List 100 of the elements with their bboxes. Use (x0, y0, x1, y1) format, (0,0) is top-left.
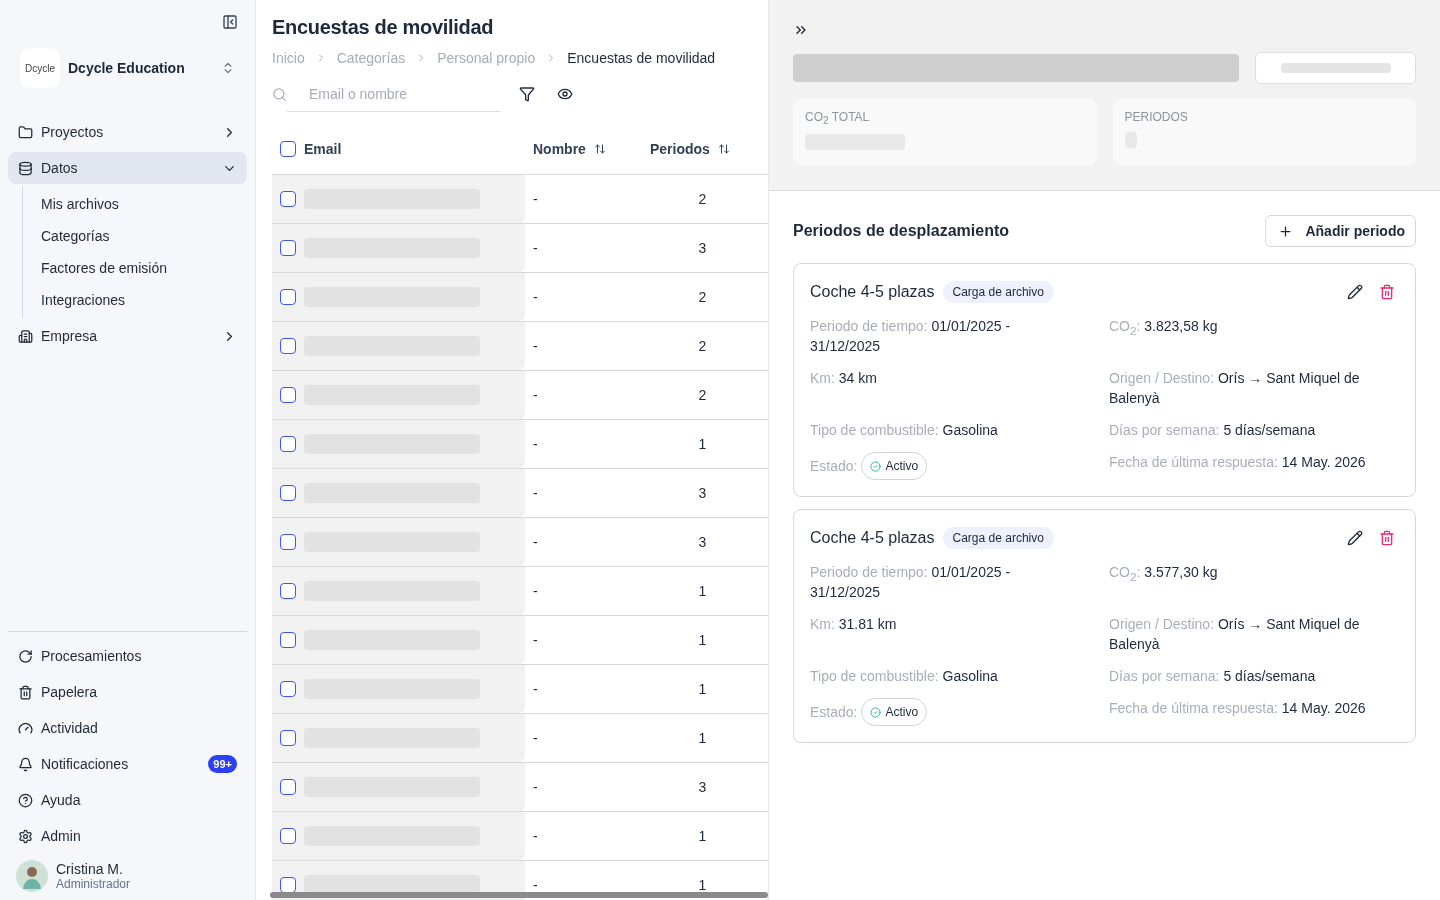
breadcrumb-item: Encuestas de movilidad (567, 50, 716, 66)
table-cell-text: 1 (697, 828, 708, 844)
nav-subitem[interactable]: Integraciones (23, 284, 247, 316)
nav-item[interactable]: Notificaciones 99+ (8, 748, 247, 780)
trash-icon (1379, 530, 1395, 546)
filter-icon (519, 86, 535, 102)
period-title: Coche 4-5 plazas (810, 283, 935, 301)
table-cell-text: - (532, 877, 539, 893)
row-checkbox[interactable] (280, 828, 296, 844)
source-tag: Carga de archivo (942, 527, 1054, 549)
row-checkbox[interactable] (280, 534, 296, 550)
user-name: Cristina M. (56, 861, 124, 877)
scrollbar[interactable] (270, 892, 768, 898)
field-text: Origen / Destino: Orís → Sant Miquel de Balenyà (1109, 615, 1361, 654)
row-checkbox[interactable] (280, 387, 296, 403)
search-field[interactable]: Email o nombre (287, 76, 501, 112)
table-cell-text: 2 (697, 191, 708, 207)
row-checkbox[interactable] (280, 681, 296, 697)
table-cell-text: - (532, 681, 539, 697)
stat-label: PERIODOS (1124, 110, 1189, 124)
table-cell-text: 1 (697, 681, 708, 697)
table-cell-text: - (532, 828, 539, 844)
column-header[interactable]: Nombre (533, 141, 586, 157)
table-cell-text: 3 (697, 485, 708, 501)
table-cell-text: - (532, 240, 539, 256)
table-cell-text: 2 (697, 387, 708, 403)
field-text: Origen / Destino: Orís → Sant Miquel de Balenyà (1109, 369, 1361, 408)
user-role: Administrador (56, 877, 131, 891)
field-text: Km: 31.81 km (810, 615, 897, 634)
nav-icon (18, 328, 33, 344)
row-checkbox[interactable] (280, 289, 296, 305)
pencil-icon (1347, 284, 1363, 300)
table-cell-text: - (532, 632, 539, 648)
table-cell-text: - (532, 583, 539, 599)
column-header: Email (304, 141, 342, 157)
table-cell-text: 3 (697, 779, 708, 795)
row-checkbox[interactable] (280, 632, 296, 648)
table-cell-text: - (532, 289, 539, 305)
sort-icon[interactable] (717, 143, 730, 155)
row-checkbox[interactable] (280, 191, 296, 207)
table-cell-text: 1 (697, 436, 708, 452)
table-cell-text: - (532, 779, 539, 795)
row-checkbox[interactable] (280, 877, 296, 893)
check-circle-icon (870, 460, 882, 472)
nav-item[interactable]: Datos (8, 152, 247, 184)
row-checkbox[interactable] (280, 779, 296, 795)
field-text: Fecha de última respuesta: 14 May. 2026 (1109, 453, 1366, 472)
nav-icon (18, 720, 33, 736)
nav-item[interactable]: Admin (8, 820, 247, 852)
field-text: Periodo de tiempo: 01/01/2025 - 31/12/2025 (810, 563, 1012, 602)
nav-subitem[interactable]: Mis archivos (23, 188, 247, 220)
pencil-icon (1347, 530, 1363, 546)
table-cell-text: - (532, 338, 539, 354)
company-logo: Dcycle (20, 48, 60, 88)
nav-icon (18, 756, 33, 772)
nav-item[interactable]: Actividad (8, 712, 247, 744)
table-cell-text: - (532, 436, 539, 452)
column-header[interactable]: Periodos (650, 141, 710, 157)
field-text: CO$_{2}$: 3.823,58 kg (1109, 317, 1218, 339)
row-checkbox[interactable] (280, 240, 296, 256)
trash-icon (1379, 284, 1395, 300)
add-period-button[interactable]: Añadir periodo (1265, 215, 1416, 247)
collapse-sidebar-icon[interactable] (222, 14, 238, 30)
row-checkbox[interactable] (280, 730, 296, 746)
table-cell-text: 2 (697, 338, 708, 354)
nav-item[interactable]: Empresa (8, 320, 247, 352)
field-label: Estado: (810, 457, 858, 476)
nav-item[interactable]: Ayuda (8, 784, 247, 816)
row-checkbox[interactable] (280, 485, 296, 501)
nav-subitem[interactable]: Categorías (23, 220, 247, 252)
nav-item[interactable]: Procesamientos (8, 640, 247, 672)
nav-icon (18, 828, 33, 844)
table-cell-text: - (532, 534, 539, 550)
page-title: Encuestas de movilidad (272, 16, 495, 39)
nav-item[interactable]: Papelera (8, 676, 247, 708)
row-checkbox[interactable] (280, 436, 296, 452)
table-cell-text: 1 (697, 583, 708, 599)
table-cell-text: 1 (697, 632, 708, 648)
table-cell-text: 1 (697, 877, 708, 893)
nav-icon (18, 648, 33, 664)
field-text: Tipo de combustible: Gasolina (810, 421, 998, 440)
field-text: Días por semana: 5 días/semana (1109, 667, 1316, 686)
company-name: Dcycle Education (68, 60, 186, 76)
select-all-checkbox[interactable] (280, 141, 296, 157)
table-cell-text: 3 (697, 240, 708, 256)
field-text: Días por semana: 5 días/semana (1109, 421, 1316, 440)
nav-subitem[interactable]: Factores de emisión (23, 252, 247, 284)
table-cell-text: - (532, 387, 539, 403)
nav-item[interactable]: Proyectos (8, 116, 247, 148)
nav-icon (18, 160, 33, 176)
user-avatar[interactable] (16, 860, 48, 892)
eye-icon (557, 86, 573, 102)
plus-icon (1278, 223, 1294, 239)
table-cell-text: 2 (697, 289, 708, 305)
sort-icon[interactable] (593, 143, 606, 155)
field-text: Km: 34 km (810, 369, 877, 388)
nav-icon (18, 684, 33, 700)
row-checkbox[interactable] (280, 583, 296, 599)
row-checkbox[interactable] (280, 338, 296, 354)
section-title: Periodos de desplazamiento (793, 222, 1010, 240)
